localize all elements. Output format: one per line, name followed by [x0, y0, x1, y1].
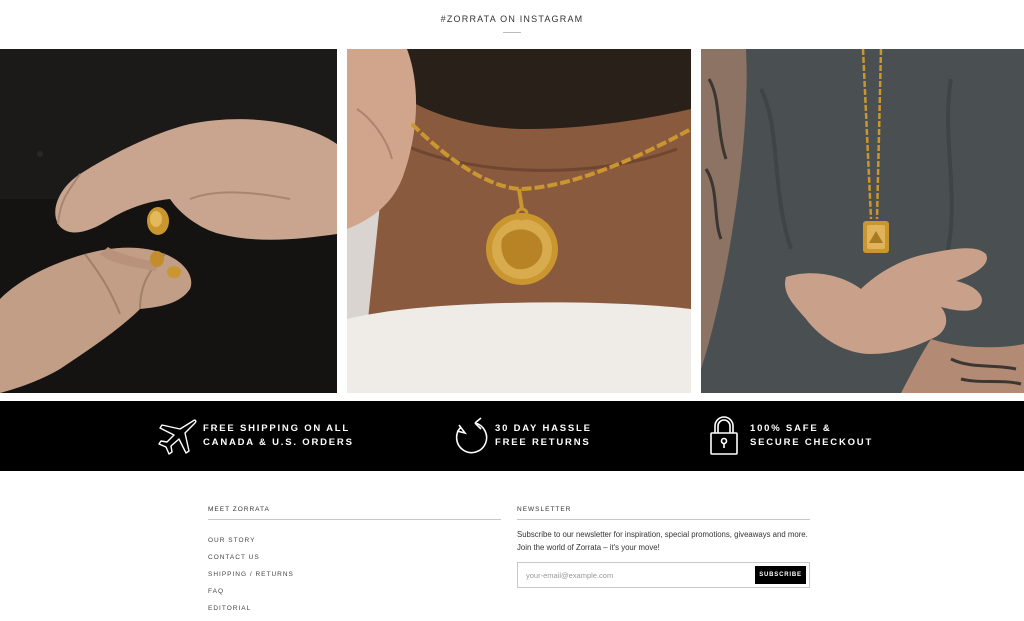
- feature-line-2: SECURE CHECKOUT: [750, 437, 874, 448]
- newsletter-description: Subscribe to our newsletter for inspirat…: [517, 530, 808, 552]
- meet-heading: MEET ZORRATA: [208, 506, 501, 520]
- instagram-photo-rings[interactable]: [0, 49, 337, 393]
- link-faq[interactable]: FAQ: [208, 588, 224, 595]
- return-arrow-icon: [455, 417, 488, 454]
- feature-text: 30 DAY HASSLE FREE RETURNS: [495, 422, 592, 450]
- title-divider: [503, 32, 521, 33]
- hands-gold-rings-photo: [0, 49, 337, 393]
- feature-secure-checkout: 100% SAFE & SECURE CHECKOUT: [702, 415, 873, 457]
- newsletter-heading: NEWSLETTER: [517, 506, 810, 520]
- newsletter-form: SUBSCRIBE: [517, 562, 810, 588]
- features-bar: FREE SHIPPING ON ALL CANADA & U.S. ORDER…: [0, 401, 1024, 471]
- feature-text: FREE SHIPPING ON ALL CANADA & U.S. ORDER…: [203, 422, 354, 450]
- feature-text: 100% SAFE & SECURE CHECKOUT: [750, 422, 873, 450]
- instagram-photo-pendant[interactable]: [701, 49, 1024, 393]
- footer-meet-zorrata: MEET ZORRATA OUR STORY CONTACT US SHIPPI…: [208, 506, 501, 614]
- instagram-section-header: #ZORRATA ON INSTAGRAM: [0, 14, 1024, 33]
- feature-line-1: 100% SAFE &: [750, 423, 832, 434]
- instagram-photo-medallion[interactable]: [347, 49, 691, 393]
- subscribe-button[interactable]: SUBSCRIBE: [755, 566, 806, 584]
- padlock-icon: [710, 416, 738, 455]
- link-shipping-returns[interactable]: SHIPPING / RETURNS: [208, 571, 294, 578]
- airplane-icon: [158, 419, 197, 455]
- feature-free-shipping: FREE SHIPPING ON ALL CANADA & U.S. ORDER…: [155, 415, 354, 457]
- feature-line-1: 30 DAY HASSLE: [495, 423, 592, 434]
- link-contact-us[interactable]: CONTACT US: [208, 554, 260, 561]
- man-gold-pendant-photo: [701, 49, 1024, 393]
- feature-line-1: FREE SHIPPING ON ALL: [203, 423, 351, 434]
- email-input[interactable]: [518, 563, 748, 587]
- neck-gold-chain-medallion-photo: [347, 49, 691, 393]
- footer-links: OUR STORY CONTACT US SHIPPING / RETURNS …: [208, 529, 501, 614]
- feature-line-2: FREE RETURNS: [495, 437, 591, 448]
- link-our-story[interactable]: OUR STORY: [208, 537, 255, 544]
- feature-free-returns: 30 DAY HASSLE FREE RETURNS: [447, 415, 592, 457]
- link-editorial[interactable]: EDITORIAL: [208, 605, 251, 612]
- footer-newsletter: NEWSLETTER Subscribe to our newsletter f…: [517, 506, 810, 588]
- instagram-title: #ZORRATA ON INSTAGRAM: [440, 14, 584, 24]
- feature-line-2: CANADA & U.S. ORDERS: [203, 437, 354, 448]
